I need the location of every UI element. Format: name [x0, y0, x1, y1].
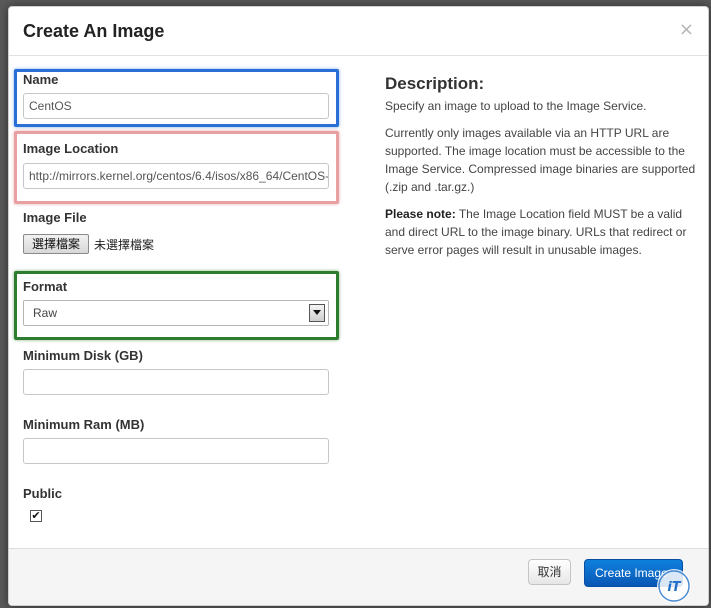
format-label: Format: [23, 279, 68, 294]
note-label: Please note:: [385, 207, 456, 221]
description-note: Please note: The Image Location field MU…: [385, 205, 697, 259]
public-checkbox[interactable]: ✔: [30, 510, 42, 522]
image-location-label: Image Location: [23, 141, 119, 156]
watermark-logo: iT: [657, 569, 691, 603]
dropdown-arrow-icon[interactable]: [309, 304, 325, 322]
file-status-text: 未選擇檔案: [94, 238, 155, 252]
description-title: Description:: [385, 74, 485, 93]
min-disk-input[interactable]: [23, 369, 329, 395]
name-label: Name: [23, 72, 59, 87]
description-paragraph-1: Specify an image to upload to the Image …: [385, 99, 647, 113]
public-label: Public: [23, 486, 63, 501]
cancel-button[interactable]: 取消: [528, 559, 571, 585]
format-select[interactable]: Raw: [23, 300, 329, 326]
modal-title: Create An Image: [23, 21, 165, 41]
image-location-input[interactable]: http://mirrors.kernel.org/centos/6.4/iso…: [23, 163, 329, 189]
modal-header: Create An Image ×: [9, 7, 708, 56]
svg-text:iT: iT: [667, 580, 681, 595]
choose-file-button[interactable]: 選擇檔案: [23, 234, 89, 254]
image-file-label: Image File: [23, 210, 87, 225]
close-icon[interactable]: ×: [679, 19, 694, 40]
description-paragraph-2: Currently only images available via an H…: [385, 126, 696, 194]
create-image-modal: Create An Image × Name CentOS Image Loca…: [8, 6, 709, 606]
format-selected-value: Raw: [33, 306, 58, 320]
min-disk-label: Minimum Disk (GB): [23, 348, 143, 363]
min-ram-input[interactable]: [23, 438, 329, 464]
min-ram-label: Minimum Ram (MB): [23, 417, 145, 432]
name-input[interactable]: CentOS: [23, 93, 329, 119]
